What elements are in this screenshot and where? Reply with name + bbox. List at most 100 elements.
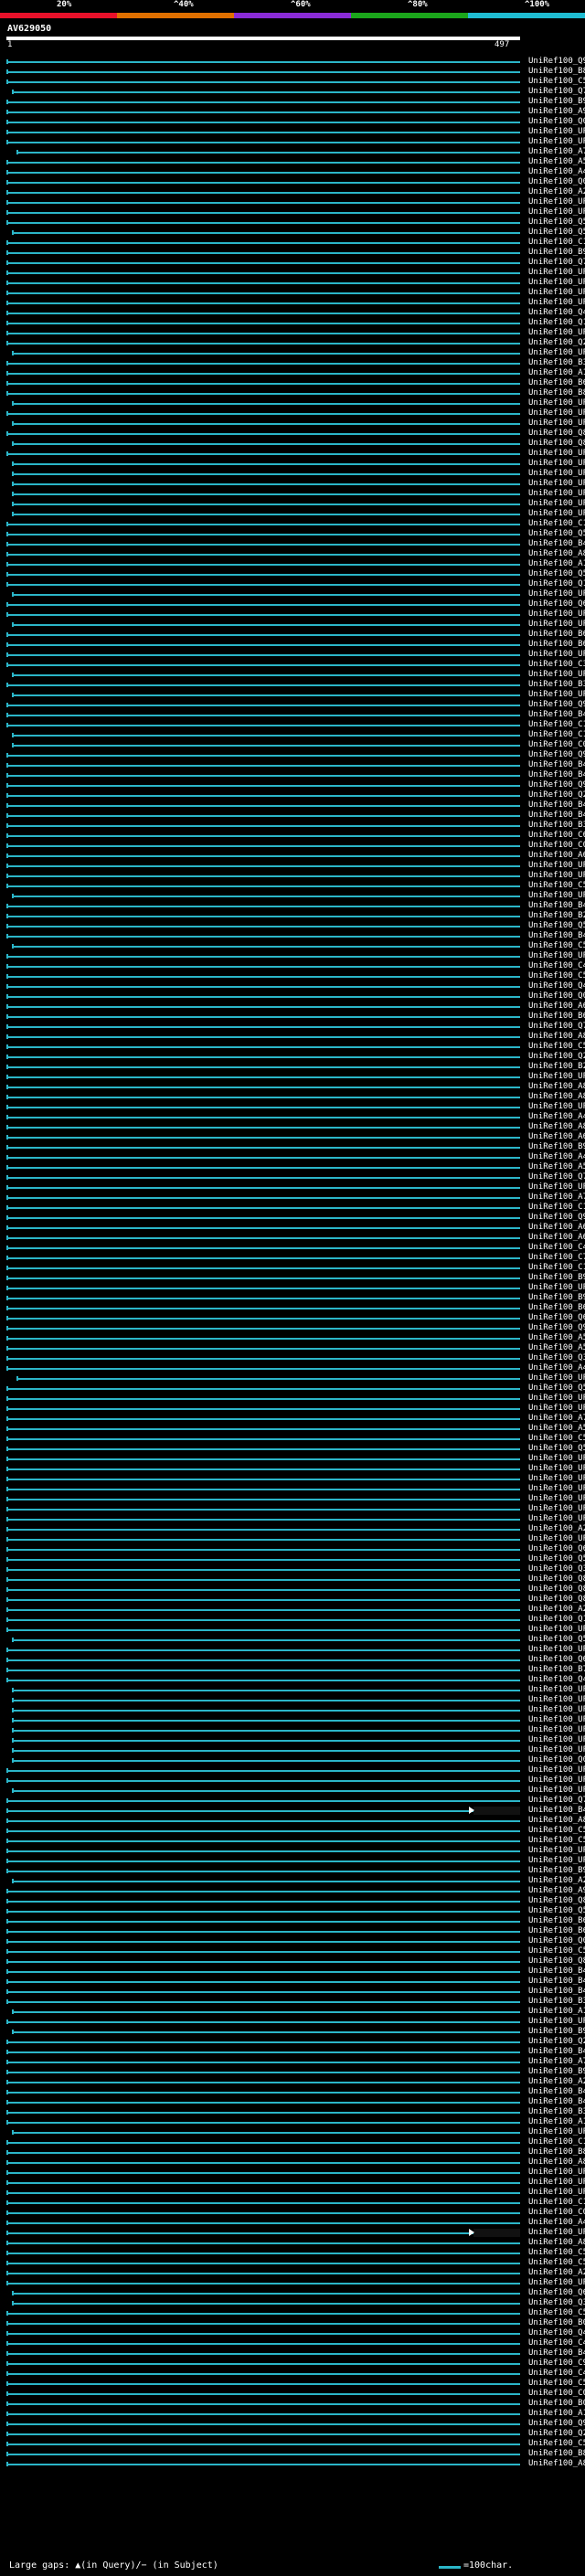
- hit-name-link[interactable]: UniRef100_Q7XIR8: [528, 87, 585, 97]
- hit-row[interactable]: UniRef100_UPI000...: [0, 419, 585, 429]
- hit-name-link[interactable]: UniRef100_B3QWA1: [528, 358, 585, 368]
- hit-name-link[interactable]: UniRef100_Q0WVI6: [528, 1936, 585, 1946]
- hit-name-link[interactable]: UniRef100_B6HMN5: [528, 1303, 585, 1313]
- hit-row[interactable]: UniRef100_Q6T1G4: [0, 1544, 585, 1554]
- hit-name-link[interactable]: UniRef100_B4J7X8: [528, 770, 585, 780]
- hit-row[interactable]: UniRef100_UPI000...: [0, 1745, 585, 1755]
- hit-name-link[interactable]: UniRef100_Q4PES5: [528, 981, 585, 991]
- hit-row[interactable]: UniRef100_UPI000...: [0, 499, 585, 509]
- hit-name-link[interactable]: UniRef100_B6W7R4: [528, 378, 585, 388]
- hit-name-link[interactable]: UniRef100_B3MD00: [528, 2107, 585, 2117]
- hit-name-link[interactable]: UniRef100_A8XHV6: [528, 2157, 585, 2168]
- hit-row[interactable]: UniRef100_UPI000...: [0, 1474, 585, 1484]
- hit-row[interactable]: UniRef100_A5LR52: [0, 1162, 585, 1172]
- hit-row[interactable]: UniRef100_Q8MS06: [0, 1956, 585, 1966]
- hit-row[interactable]: UniRef100_B8MFH0: [0, 388, 585, 398]
- hit-row[interactable]: UniRef100_A2D8C5: [0, 2077, 585, 2087]
- hit-name-link[interactable]: UniRef100_Q8MS06: [528, 1956, 585, 1966]
- hit-name-link[interactable]: UniRef100_C3ZBS1: [528, 660, 585, 670]
- hit-name-link[interactable]: UniRef100_C1G008: [528, 2198, 585, 2208]
- hit-name-link[interactable]: UniRef100_B8NW13: [528, 2449, 585, 2459]
- hit-row[interactable]: UniRef100_C5K264: [0, 2248, 585, 2258]
- hit-name-link[interactable]: UniRef100_C0NP73: [528, 2389, 585, 2399]
- hit-name-link[interactable]: UniRef100_UPI000...: [528, 891, 585, 901]
- hit-row[interactable]: UniRef100_Q4SIC1: [0, 308, 585, 318]
- hit-name-link[interactable]: UniRef100_A4RME7: [528, 1112, 585, 1122]
- hit-name-link[interactable]: UniRef100_Q29GN6: [528, 790, 585, 800]
- hit-row[interactable]: UniRef100_UPI000...: [0, 1695, 585, 1705]
- hit-name-link[interactable]: UniRef100_UPI000...: [528, 408, 585, 419]
- hit-name-link[interactable]: UniRef100_Q5R2Z8: [528, 228, 585, 238]
- hit-name-link[interactable]: UniRef100_UPI000...: [528, 499, 585, 509]
- hit-row[interactable]: UniRef100_A9TV32: [0, 107, 585, 117]
- hit-row[interactable]: UniRef100_C6H8Y7: [0, 831, 585, 841]
- hit-row[interactable]: UniRef100_UPI000...: [0, 127, 585, 137]
- hit-name-link[interactable]: UniRef100_C5M1P9: [528, 1826, 585, 1836]
- hit-row[interactable]: UniRef100_Q29GN6: [0, 790, 585, 800]
- hit-row[interactable]: UniRef100_A5E355: [0, 1343, 585, 1353]
- hit-name-link[interactable]: UniRef100_UPI000...: [528, 1645, 585, 1655]
- hit-row[interactable]: UniRef100_B6M2G9: [0, 1926, 585, 1936]
- hit-name-link[interactable]: UniRef100_Q292F4: [528, 2037, 585, 2047]
- hit-row[interactable]: UniRef100_A1D4N4: [0, 368, 585, 378]
- hit-name-link[interactable]: UniRef100_C1GK54: [528, 730, 585, 740]
- hit-name-link[interactable]: UniRef100_C1H4Q8: [528, 720, 585, 730]
- hit-name-link[interactable]: UniRef100_UPI000...: [528, 459, 585, 469]
- hit-name-link[interactable]: UniRef100_UPI000...: [528, 650, 585, 660]
- hit-row[interactable]: UniRef100_A6R4P4: [0, 851, 585, 861]
- hit-row[interactable]: UniRef100_A6D4B2: [0, 1223, 585, 1233]
- hit-name-link[interactable]: UniRef100_C1M5P5: [528, 519, 585, 529]
- hit-row[interactable]: UniRef100_Q5CYX6: [0, 1383, 585, 1394]
- hit-name-link[interactable]: UniRef100_Q5ZRZ0: [528, 569, 585, 579]
- hit-row[interactable]: UniRef100_UPI000...: [0, 1625, 585, 1635]
- hit-name-link[interactable]: UniRef100_UPI000...: [528, 1846, 585, 1856]
- hit-name-link[interactable]: UniRef100_UPI000...: [528, 690, 585, 700]
- hit-name-link[interactable]: UniRef100_UPI000...: [528, 2278, 585, 2288]
- hit-row[interactable]: UniRef100_B4PH71: [0, 2087, 585, 2097]
- hit-name-link[interactable]: UniRef100_A7QBX0: [528, 1414, 585, 1424]
- hit-name-link[interactable]: UniRef100_A5AMC2: [528, 157, 585, 167]
- hit-row[interactable]: UniRef100_B4L3F7: [0, 1806, 585, 1816]
- hit-name-link[interactable]: UniRef100_Q9P774: [528, 1213, 585, 1223]
- hit-name-link[interactable]: UniRef100_B4PH71: [528, 2087, 585, 2097]
- hit-row[interactable]: UniRef100_UPI000...: [0, 278, 585, 288]
- hit-row[interactable]: UniRef100_C5DNU5: [0, 2379, 585, 2389]
- hit-row[interactable]: UniRef100_UPI000...: [0, 2017, 585, 2027]
- hit-row[interactable]: UniRef100_UPI000...: [0, 1504, 585, 1514]
- hit-name-link[interactable]: UniRef100_C5GQE3: [528, 2308, 585, 2318]
- hit-name-link[interactable]: UniRef100_Q6T1G4: [528, 1544, 585, 1554]
- hit-row[interactable]: UniRef100_B3N129: [0, 680, 585, 690]
- hit-row[interactable]: UniRef100_UPI000...: [0, 479, 585, 489]
- hit-name-link[interactable]: UniRef100_Q2UK30: [528, 338, 585, 348]
- hit-name-link[interactable]: UniRef100_B8B6H1: [528, 67, 585, 77]
- hit-row[interactable]: UniRef100_UPI000...: [0, 459, 585, 469]
- hit-row[interactable]: UniRef100_Q5AMH4: [0, 921, 585, 931]
- hit-name-link[interactable]: UniRef100_C5FT38: [528, 971, 585, 981]
- hit-name-link[interactable]: UniRef100_UPI000...: [528, 1484, 585, 1494]
- hit-name-link[interactable]: UniRef100_Q8VYQ4: [528, 1574, 585, 1585]
- hit-row[interactable]: UniRef100_Q2HAH9: [0, 1052, 585, 1062]
- hit-name-link[interactable]: UniRef100_UPI000...: [528, 861, 585, 871]
- hit-row[interactable]: UniRef100_B4Q2R1: [0, 811, 585, 821]
- hit-name-link[interactable]: UniRef100_UPI000...: [528, 479, 585, 489]
- hit-name-link[interactable]: UniRef100_UPI000...: [528, 278, 585, 288]
- hit-row[interactable]: UniRef100_B6W7R4: [0, 378, 585, 388]
- hit-name-link[interactable]: UniRef100_B4JJH6: [528, 901, 585, 911]
- hit-row[interactable]: UniRef100_UPI000...: [0, 449, 585, 459]
- hit-row[interactable]: UniRef100_B9RBY8: [0, 1293, 585, 1303]
- hit-row[interactable]: UniRef100_A4RYV8: [0, 1363, 585, 1373]
- hit-name-link[interactable]: UniRef100_B8MS99: [528, 2147, 585, 2157]
- hit-name-link[interactable]: UniRef100_UPI000...: [528, 489, 585, 499]
- hit-name-link[interactable]: UniRef100_B4JVM2: [528, 2348, 585, 2359]
- hit-name-link[interactable]: UniRef100_C1FGU7: [528, 238, 585, 248]
- hit-name-link[interactable]: UniRef100_C5VU69: [528, 1946, 585, 1956]
- hit-row[interactable]: UniRef100_Q0WLB6: [0, 1755, 585, 1765]
- hit-name-link[interactable]: UniRef100_UPI000...: [528, 2127, 585, 2137]
- hit-name-link[interactable]: UniRef100_Q9VF54: [528, 750, 585, 760]
- hit-name-link[interactable]: UniRef100_Q5R4K2: [528, 1444, 585, 1454]
- hit-row[interactable]: UniRef100_A6RZ44: [0, 1002, 585, 1012]
- hit-name-link[interactable]: UniRef100_C5X9D4: [528, 77, 585, 87]
- hit-name-link[interactable]: UniRef100_C5K264: [528, 2248, 585, 2258]
- hit-row[interactable]: UniRef100_C1M5P5: [0, 519, 585, 529]
- hit-name-link[interactable]: UniRef100_Q17R09: [528, 579, 585, 589]
